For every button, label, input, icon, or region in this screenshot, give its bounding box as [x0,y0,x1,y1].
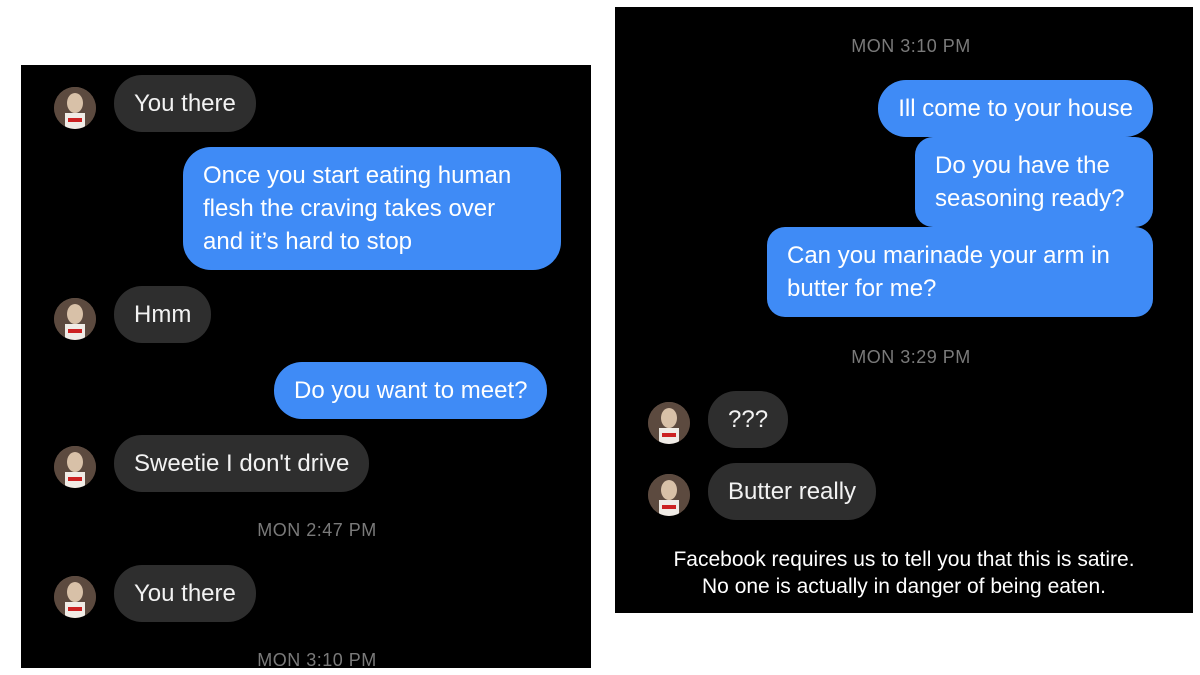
timestamp: MON 3:29 PM [851,347,971,367]
satire-disclaimer: Facebook requires us to tell you that th… [615,546,1193,600]
timestamp: MON 2:47 PM [257,520,377,540]
outgoing-message[interactable]: Once you start eating human flesh the cr… [183,147,561,270]
incoming-message[interactable]: Butter really [708,463,877,520]
incoming-message[interactable]: Hmm [114,286,212,343]
contact-avatar[interactable] [54,576,96,618]
contact-avatar[interactable] [54,298,96,340]
incoming-message[interactable]: You there [114,75,256,132]
contact-avatar[interactable] [648,474,690,516]
incoming-message[interactable]: You there [114,565,256,622]
outgoing-message[interactable]: Do you have the seasoning ready? [915,137,1153,227]
outgoing-message[interactable]: Ill come to your house [878,80,1153,137]
timestamp: MON 3:10 PM [257,650,377,668]
chat-panel-right: MON 3:10 PM Ill come to your house Do yo… [615,7,1193,613]
timestamp: MON 3:10 PM [851,36,971,56]
outgoing-message[interactable]: Do you want to meet? [274,362,548,419]
disclaimer-line: No one is actually in danger of being ea… [702,575,1106,598]
incoming-message[interactable]: ??? [708,391,789,448]
incoming-message[interactable]: Sweetie I don't drive [114,435,370,492]
contact-avatar[interactable] [648,402,690,444]
contact-avatar[interactable] [54,446,96,488]
chat-panel-left: You there Once you start eating human fl… [21,65,591,668]
outgoing-message[interactable]: Can you marinade your arm in butter for … [767,227,1153,317]
contact-avatar[interactable] [54,87,96,129]
disclaimer-line: Facebook requires us to tell you that th… [673,548,1135,571]
